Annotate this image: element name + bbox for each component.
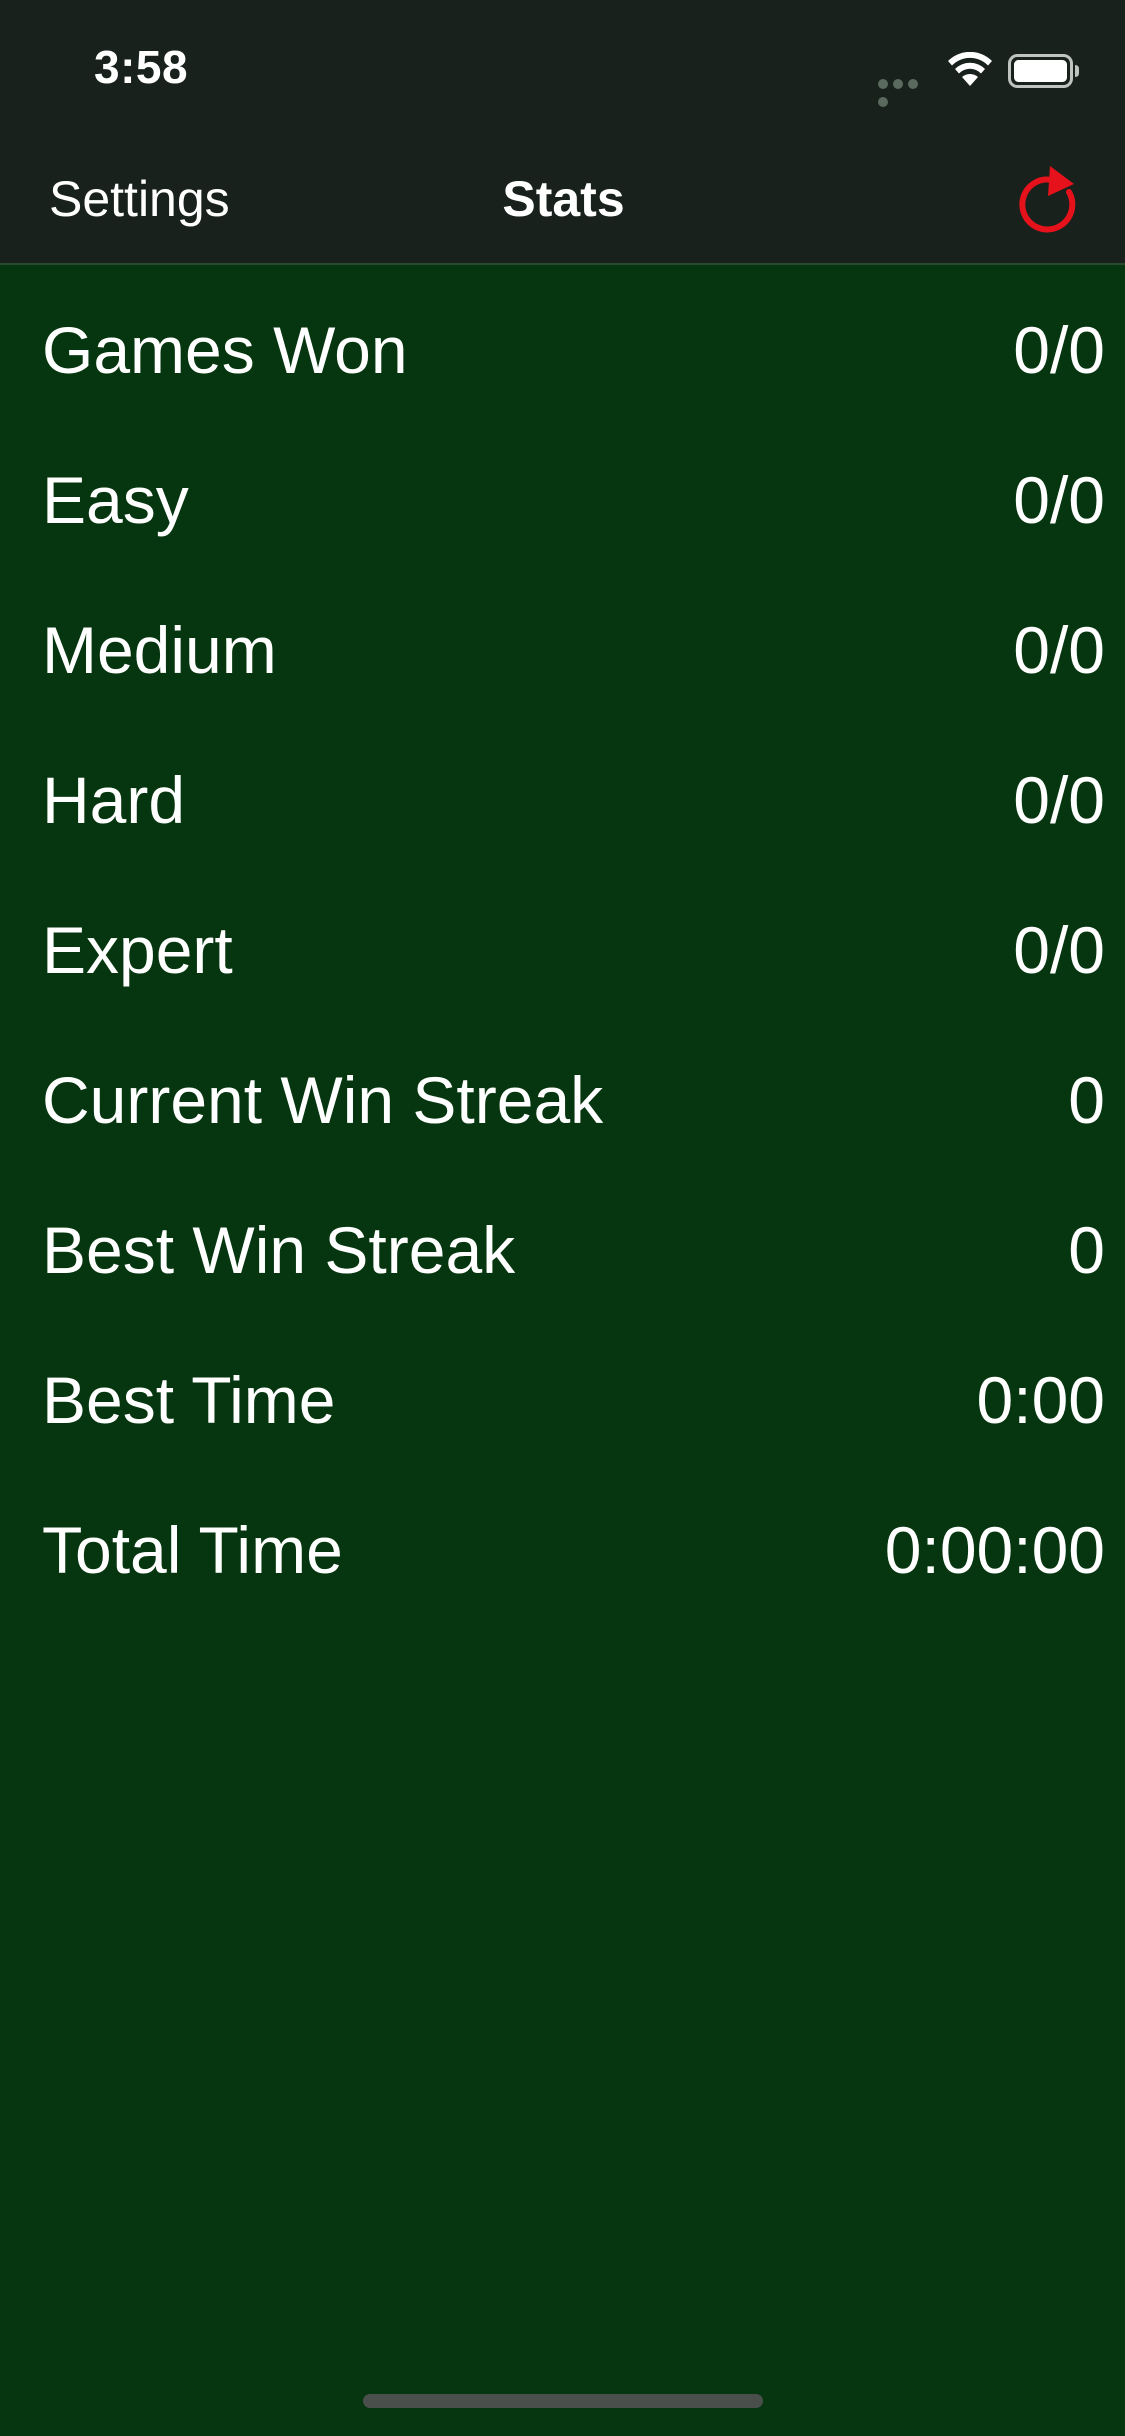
stat-row-best-win-streak: Best Win Streak 0 xyxy=(0,1190,1125,1340)
stat-row-current-win-streak: Current Win Streak 0 xyxy=(0,1040,1125,1190)
stat-value: 0:00 xyxy=(976,1363,1105,1437)
battery-icon xyxy=(1008,54,1079,88)
page-title: Stats xyxy=(0,170,1125,228)
stat-label: Expert xyxy=(42,913,233,987)
reset-arrow-icon[interactable] xyxy=(1014,162,1084,236)
stat-row-hard: Hard 0/0 xyxy=(0,740,1125,890)
stat-value: 0 xyxy=(1068,1213,1105,1287)
cellular-signal-icon xyxy=(878,76,936,107)
wifi-icon xyxy=(948,52,992,86)
stat-row-expert: Expert 0/0 xyxy=(0,890,1125,1040)
stat-value: 0/0 xyxy=(1013,313,1105,387)
navigation-bar: Settings Stats xyxy=(0,132,1125,265)
stat-row-easy: Easy 0/0 xyxy=(0,440,1125,590)
stat-value: 0:00:00 xyxy=(884,1513,1105,1587)
stat-row-best-time: Best Time 0:00 xyxy=(0,1340,1125,1490)
stats-list: Games Won 0/0 Easy 0/0 Medium 0/0 Hard 0… xyxy=(0,290,1125,1640)
stat-label: Best Time xyxy=(42,1363,336,1437)
stat-row-total-time: Total Time 0:00:00 xyxy=(0,1490,1125,1640)
stat-value: 0 xyxy=(1068,1063,1105,1137)
stat-label: Total Time xyxy=(42,1513,343,1587)
stat-value: 0/0 xyxy=(1013,763,1105,837)
stat-label: Easy xyxy=(42,463,189,537)
stat-row-games-won: Games Won 0/0 xyxy=(0,290,1125,440)
stat-value: 0/0 xyxy=(1013,913,1105,987)
home-indicator[interactable] xyxy=(363,2394,763,2408)
stat-row-medium: Medium 0/0 xyxy=(0,590,1125,740)
status-time: 3:58 xyxy=(94,41,189,93)
stat-label: Hard xyxy=(42,763,186,837)
status-bar: 3:58 xyxy=(0,0,1125,132)
stat-label: Medium xyxy=(42,613,277,687)
page-title-text: Stats xyxy=(502,171,625,227)
stat-label: Current Win Streak xyxy=(42,1063,604,1137)
stat-value: 0/0 xyxy=(1013,463,1105,537)
stat-value: 0/0 xyxy=(1013,613,1105,687)
stat-label: Best Win Streak xyxy=(42,1213,516,1287)
stat-label: Games Won xyxy=(42,313,408,387)
